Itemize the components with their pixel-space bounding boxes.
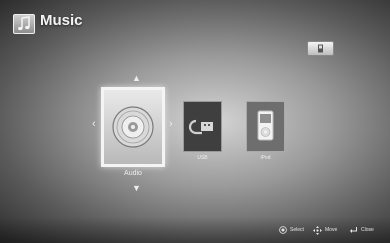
ipod-icon — [257, 110, 274, 141]
hint-select-label: Select — [290, 227, 304, 233]
arrow-down-icon[interactable]: ▼ — [132, 184, 141, 193]
menu-item-ipod-label: iPod — [260, 155, 271, 161]
hint-close: Close — [349, 225, 374, 235]
menu-item-ipod[interactable] — [246, 101, 285, 152]
music-note-icon — [13, 14, 35, 34]
arrow-left-icon[interactable]: ‹ — [92, 119, 96, 130]
hint-move-label: Move — [325, 227, 338, 233]
return-icon — [350, 227, 357, 233]
menu-item-usb[interactable] — [183, 101, 222, 152]
enter-button-icon — [279, 226, 287, 234]
hint-close-label: Close — [361, 227, 374, 233]
music-menu-screen: Music ▲ ▼ ‹ › Audio USB iPod Select Move… — [0, 0, 390, 243]
page-title: Music — [40, 12, 83, 29]
menu-item-audio-label: Audio — [124, 170, 142, 177]
arrow-right-icon[interactable]: › — [169, 119, 173, 130]
top-right-button[interactable] — [307, 41, 334, 56]
dpad-icon — [313, 225, 322, 235]
menu-item-audio[interactable] — [101, 87, 165, 167]
hint-move: Move — [313, 225, 337, 235]
small-device-icon — [318, 44, 323, 53]
disc-icon — [112, 106, 154, 148]
arrow-up-icon[interactable]: ▲ — [132, 74, 141, 83]
usb-plug-icon — [188, 119, 213, 135]
hint-select: Select — [279, 225, 304, 235]
menu-item-usb-label: USB — [197, 155, 208, 161]
